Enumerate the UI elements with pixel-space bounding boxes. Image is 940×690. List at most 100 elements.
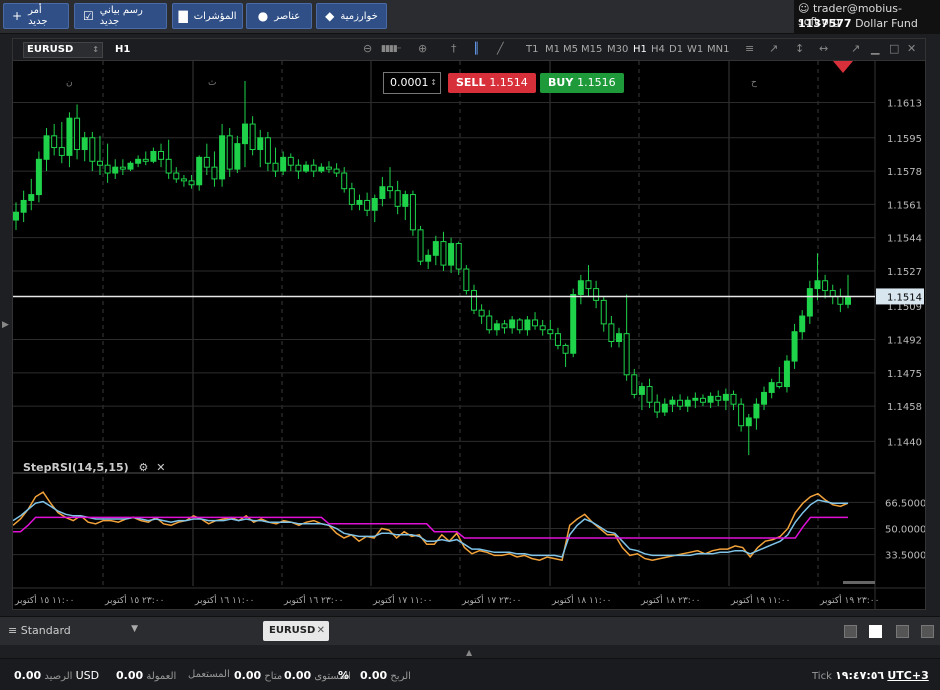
symbol-tab[interactable]: EURUSD ✕: [263, 621, 329, 641]
detach-icon[interactable]: ↗: [851, 42, 860, 55]
timeframe-mn1[interactable]: MN1: [707, 44, 729, 55]
objects-icon: ●: [257, 9, 269, 23]
candle-body: [402, 194, 409, 207]
objects-button[interactable]: ● عناصر: [246, 3, 312, 29]
candle-body: [783, 360, 790, 388]
candle-body: [814, 280, 821, 290]
layout-single-icon[interactable]: [844, 625, 857, 638]
algorithms-button[interactable]: ◆ خوارزمية: [316, 3, 387, 29]
close-tab-icon[interactable]: ✕: [317, 621, 325, 641]
price-tick-label: 1.1458: [887, 402, 922, 413]
minimize-icon[interactable]: ▁: [871, 42, 879, 55]
bar-type-icon[interactable]: †: [451, 42, 457, 55]
account-name: Dollar Fund: [855, 17, 918, 30]
candle-body: [524, 319, 531, 331]
candle-body: [325, 166, 332, 170]
candle-body: [455, 243, 462, 270]
timeframe-m5[interactable]: M5: [563, 44, 578, 55]
workspace-select[interactable]: ≡ Standard ▼: [8, 624, 138, 637]
layout-split-icon[interactable]: [921, 625, 934, 638]
timeframe-d1[interactable]: D1: [669, 44, 683, 55]
horizontal-scale-icon[interactable]: ↔: [819, 42, 828, 55]
candle-body: [333, 168, 340, 174]
candle-body: [684, 399, 691, 407]
timezone-select[interactable]: UTC+3: [887, 669, 928, 682]
time-axis: ١١:٠٠ ١٥ أكتوبر ٢٣:٠٠ ١٥ أكتوبر ١١:٠٠ ١٦ أ…: [13, 587, 925, 606]
horizontal-scrollbar: [843, 581, 875, 584]
close-indicator-icon[interactable]: ✕: [156, 461, 165, 474]
candle-body: [463, 268, 470, 292]
candle-body: [226, 135, 233, 170]
plus-icon: +: [12, 9, 23, 23]
candle-body: [554, 333, 561, 346]
candle-body: [608, 323, 615, 343]
level-value: %: [338, 669, 350, 682]
collapse-arrow-icon[interactable]: ▲: [466, 648, 472, 657]
sell-button[interactable]: SELL 1.1514: [448, 73, 536, 93]
balance-value: 0.00: [14, 669, 42, 682]
candle-body: [371, 197, 378, 211]
panel-toggle-arrow-icon[interactable]: ▶: [2, 320, 9, 330]
candle-body: [119, 166, 126, 170]
symbol-select[interactable]: EURUSD ↕: [23, 42, 103, 58]
indicator-label: StepRSI(14,5,15) ⚙ ✕: [23, 461, 166, 474]
candle-body: [730, 393, 737, 405]
close-icon[interactable]: ✕: [907, 42, 916, 55]
zoom-slider[interactable]: ▮▮▮▮‧‧: [381, 44, 402, 54]
lot-input[interactable]: 0.0001 ↕: [383, 72, 441, 94]
bar-chart-icon: ▇: [178, 9, 188, 23]
day-marker: ح: [751, 78, 757, 88]
indicator-add-icon[interactable]: ≡: [745, 42, 754, 55]
layout-grid-icon[interactable]: [869, 625, 882, 638]
timeframe-h4[interactable]: H4: [651, 44, 665, 55]
indicators-button[interactable]: ▇ المؤشرات: [172, 3, 243, 29]
time-tick-label: ٢٣:٠٠ ١٧ أكتوبر: [461, 594, 521, 606]
candle-body: [768, 382, 775, 393]
timeframe-w1[interactable]: W1: [687, 44, 703, 55]
candle-body: [287, 156, 294, 166]
candle-body: [501, 323, 508, 329]
buy-button[interactable]: BUY 1.1516: [540, 73, 624, 93]
candle-body: [280, 156, 287, 172]
draw-line-icon[interactable]: ↗: [769, 42, 778, 55]
timeframe-m30[interactable]: M30: [607, 44, 628, 55]
candle-body: [13, 211, 19, 221]
current-price-label: 1.1514: [887, 292, 922, 303]
candle-body: [241, 123, 248, 145]
new-order-button[interactable]: + أمر جديد: [3, 3, 69, 29]
new-chart-button[interactable]: ☑ رسم بياني جديد: [74, 3, 167, 29]
profit-value: 0.00: [360, 669, 388, 682]
timeframe-m15[interactable]: M15: [581, 44, 602, 55]
candle-body: [303, 164, 310, 172]
candle-type-icon[interactable]: ║: [473, 42, 480, 55]
price-tick-label: 1.1440: [887, 437, 922, 448]
candle-body: [150, 150, 157, 162]
currency: USD: [75, 669, 100, 682]
layout-columns-icon[interactable]: [896, 625, 909, 638]
commission-label: العمولة: [146, 671, 177, 682]
user-icon: ☺: [798, 2, 810, 15]
ind-tick-label: 66.5000: [885, 498, 925, 509]
candle-body: [158, 150, 165, 160]
candle-body: [165, 158, 172, 174]
gear-icon[interactable]: ⚙: [139, 461, 149, 474]
updown-icon: ↕: [92, 45, 99, 54]
candle-body: [532, 319, 539, 327]
zoom-in-icon[interactable]: ⊕: [418, 42, 427, 55]
zoom-out-icon[interactable]: ⊖: [363, 42, 372, 55]
maximize-icon[interactable]: □: [889, 42, 899, 55]
spinner-icon[interactable]: ↕: [430, 73, 437, 93]
account-panel[interactable]: ☺ trader@mobius-soft.org 1137577 Dollar …: [794, 0, 940, 34]
price-tick-label: 1.1595: [887, 134, 922, 145]
candle-body: [211, 166, 218, 180]
vertical-scale-icon[interactable]: ↕: [795, 42, 804, 55]
candle-body: [257, 137, 264, 151]
line-type-icon[interactable]: ╱: [497, 42, 504, 55]
candle-body: [66, 117, 73, 156]
timeframe-h1[interactable]: H1: [633, 44, 647, 55]
available-label: متاح: [264, 671, 283, 682]
menu-icon: ≡: [8, 624, 18, 637]
price-chart[interactable]: ن ث ح 1.1613 1.1595 1.1578 1.1561 1.1544 1.1527…: [13, 61, 925, 609]
timeframe-t1[interactable]: T1: [526, 44, 538, 55]
timeframe-m1[interactable]: M1: [545, 44, 560, 55]
